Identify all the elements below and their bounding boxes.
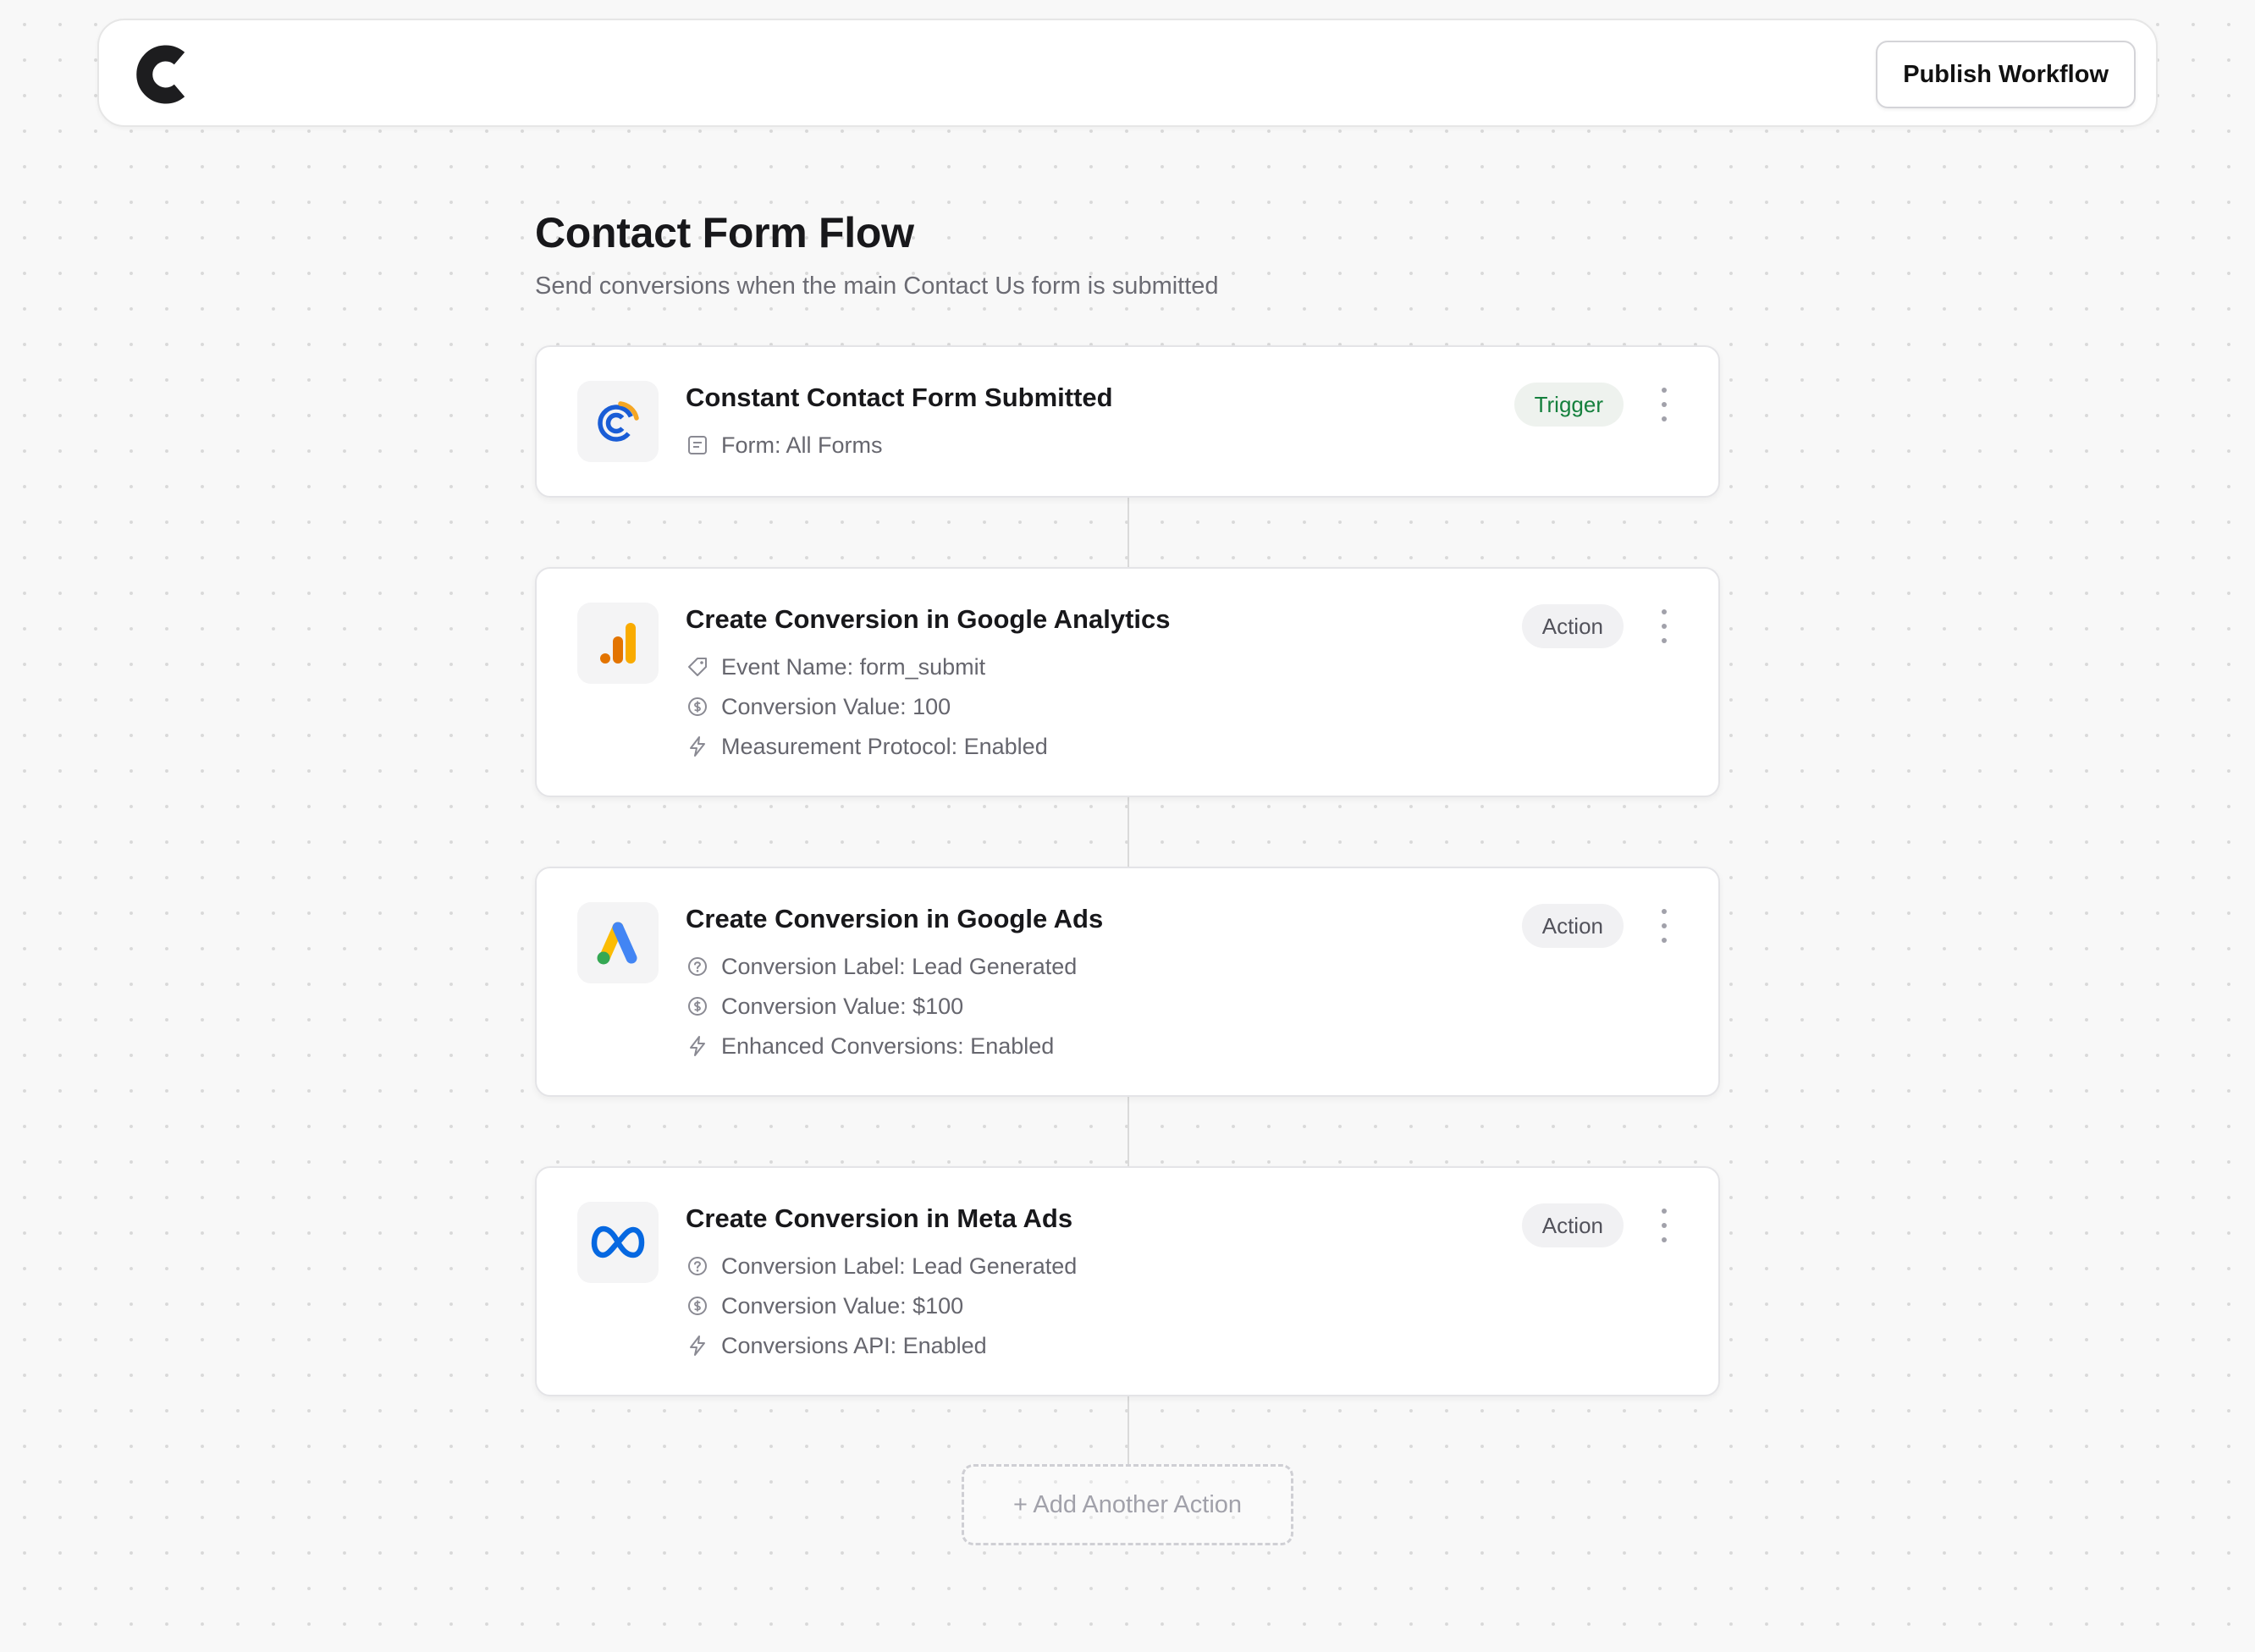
action-badge: Action bbox=[1521, 1203, 1624, 1247]
step-title: Create Conversion in Google Analytics bbox=[686, 604, 1171, 634]
more-options-icon[interactable] bbox=[1654, 909, 1674, 943]
constant-contact-icon bbox=[577, 381, 659, 462]
detail-row: Enhanced Conversions: Enabled bbox=[686, 1031, 1054, 1061]
trigger-badge: Trigger bbox=[1513, 383, 1624, 427]
more-options-icon[interactable] bbox=[1654, 609, 1674, 643]
action-badge: Action bbox=[1521, 604, 1624, 648]
add-another-action-button[interactable]: + Add Another Action bbox=[962, 1464, 1293, 1545]
connector-line bbox=[1128, 498, 1129, 567]
tag-icon bbox=[686, 655, 709, 679]
detail-text: Conversion Value: $100 bbox=[721, 1292, 964, 1319]
more-options-icon[interactable] bbox=[1654, 1209, 1674, 1242]
c-logo-icon[interactable] bbox=[128, 42, 189, 107]
detail-text: Enhanced Conversions: Enabled bbox=[721, 1032, 1055, 1059]
google-analytics-icon bbox=[577, 603, 659, 684]
top-bar: Publish Workflow bbox=[97, 19, 2158, 127]
bolt-icon bbox=[686, 1334, 709, 1357]
detail-text: Form: All Forms bbox=[721, 432, 883, 458]
action-card-google-ads[interactable]: Create Conversion in Google Ads Conversi… bbox=[535, 867, 1720, 1097]
google-ads-icon bbox=[577, 902, 659, 983]
action-card-meta-ads[interactable]: Create Conversion in Meta Ads Conversion… bbox=[535, 1166, 1720, 1396]
bolt-icon bbox=[686, 735, 709, 758]
dollar-icon bbox=[686, 994, 709, 1018]
detail-text: Conversion Value: $100 bbox=[721, 993, 964, 1019]
step-title: Constant Contact Form Submitted bbox=[686, 383, 1113, 412]
connector-line bbox=[1128, 1396, 1129, 1466]
form-icon bbox=[686, 433, 709, 457]
trigger-card[interactable]: Constant Contact Form Submitted Form: Al… bbox=[535, 345, 1720, 498]
detail-text: Event Name: form_submit bbox=[721, 653, 986, 680]
detail-text: Conversions API: Enabled bbox=[721, 1332, 987, 1358]
page-title: Contact Form Flow bbox=[535, 209, 914, 256]
bolt-icon bbox=[686, 1034, 709, 1058]
detail-row: Conversion Value: $100 bbox=[686, 1291, 963, 1321]
step-title: Create Conversion in Meta Ads bbox=[686, 1203, 1073, 1233]
detail-row: Conversions API: Enabled bbox=[686, 1330, 987, 1361]
detail-row: Form: All Forms bbox=[686, 430, 883, 460]
detail-text: Conversion Label: Lead Generated bbox=[721, 1253, 1078, 1279]
detail-row: Event Name: form_submit bbox=[686, 652, 985, 682]
help-circle-icon bbox=[686, 1254, 709, 1278]
detail-text: Conversion Value: 100 bbox=[721, 693, 951, 719]
connector-line bbox=[1128, 1097, 1129, 1166]
detail-row: Conversion Value: 100 bbox=[686, 691, 951, 722]
publish-workflow-button[interactable]: Publish Workflow bbox=[1876, 41, 2136, 108]
detail-row: Conversion Label: Lead Generated bbox=[686, 951, 1077, 982]
more-options-icon[interactable] bbox=[1654, 388, 1674, 421]
detail-text: Conversion Label: Lead Generated bbox=[721, 953, 1078, 979]
page-subtitle: Send conversions when the main Contact U… bbox=[535, 273, 1219, 300]
detail-text: Measurement Protocol: Enabled bbox=[721, 733, 1048, 759]
action-badge: Action bbox=[1521, 904, 1624, 948]
detail-row: Measurement Protocol: Enabled bbox=[686, 731, 1048, 762]
step-title: Create Conversion in Google Ads bbox=[686, 904, 1104, 933]
dollar-icon bbox=[686, 695, 709, 719]
dollar-icon bbox=[686, 1294, 709, 1318]
detail-row: Conversion Label: Lead Generated bbox=[686, 1251, 1077, 1281]
connector-line bbox=[1128, 797, 1129, 867]
help-circle-icon bbox=[686, 955, 709, 978]
detail-row: Conversion Value: $100 bbox=[686, 991, 963, 1021]
meta-icon bbox=[577, 1202, 659, 1283]
action-card-google-analytics[interactable]: Create Conversion in Google Analytics Ev… bbox=[535, 567, 1720, 797]
